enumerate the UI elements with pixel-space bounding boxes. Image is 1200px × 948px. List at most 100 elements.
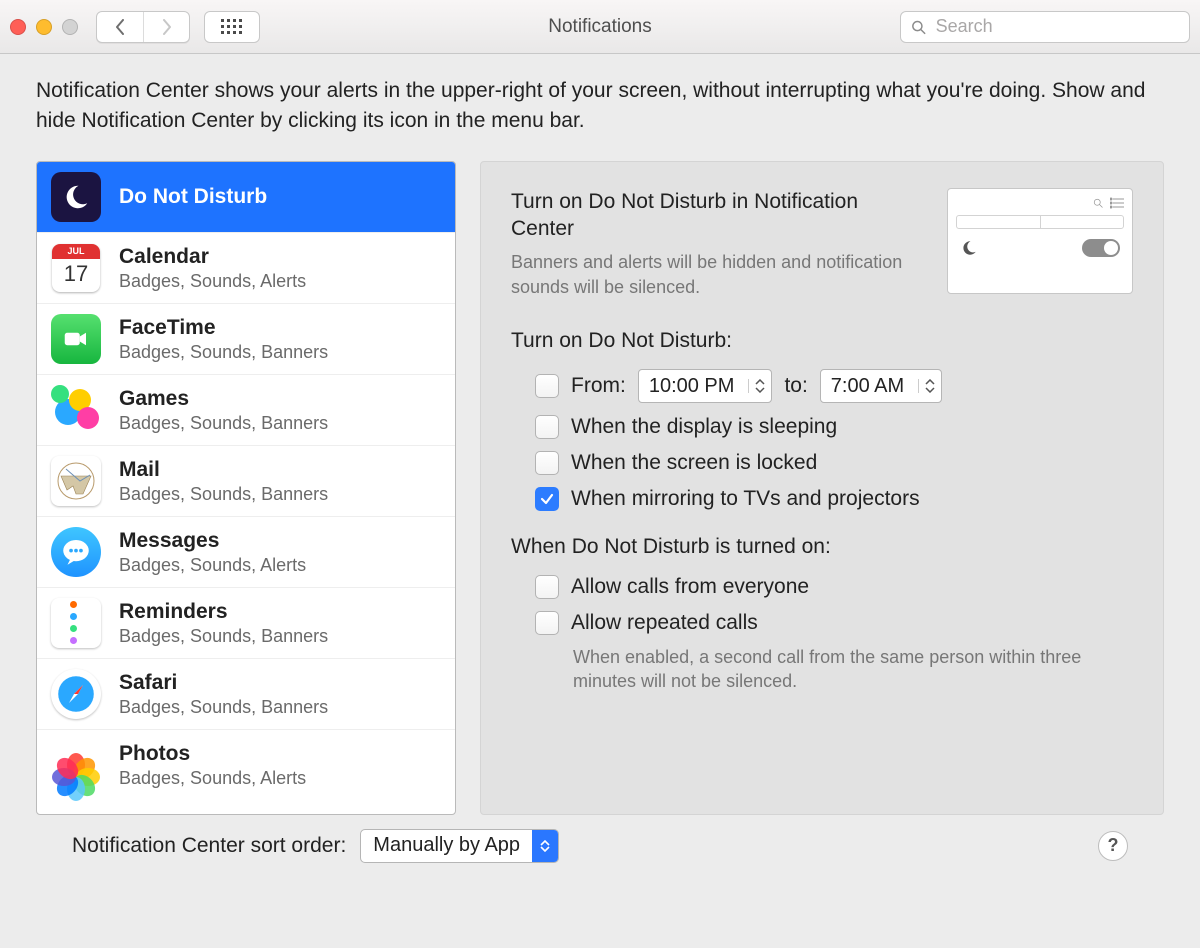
- checkbox-sleeping[interactable]: [535, 415, 559, 439]
- sidebar-item-safari[interactable]: Safari Badges, Sounds, Banners: [37, 659, 455, 730]
- detail-subtitle: Banners and alerts will be hidden and no…: [511, 250, 911, 299]
- to-label: to:: [784, 374, 807, 398]
- option-mirroring: When mirroring to TVs and projectors: [511, 481, 1133, 517]
- dnd-illustration: [947, 188, 1133, 294]
- sidebar-item-photos[interactable]: Photos Badges, Sounds, Alerts: [37, 730, 455, 800]
- switch-icon: [1082, 239, 1120, 257]
- detail-panel: Turn on Do Not Disturb in Notification C…: [480, 161, 1164, 815]
- sort-order-select[interactable]: Manually by App: [360, 829, 559, 863]
- option-label: When mirroring to TVs and projectors: [571, 487, 920, 511]
- option-allow-everyone: Allow calls from everyone: [511, 569, 1133, 605]
- window-title: Notifications: [548, 16, 652, 38]
- search-icon: [911, 19, 926, 35]
- from-time-value: 10:00 PM: [649, 375, 735, 398]
- facetime-icon: [51, 314, 101, 364]
- show-all-prefs-button[interactable]: [204, 11, 260, 43]
- sidebar-item-label: Safari: [119, 670, 328, 696]
- option-display-sleeping: When the display is sleeping: [511, 409, 1133, 445]
- to-time-value: 7:00 AM: [831, 375, 904, 398]
- sidebar-item-sublabel: Badges, Sounds, Alerts: [119, 767, 306, 790]
- content: Notification Center shows your alerts in…: [0, 54, 1200, 879]
- bottom-bar: Notification Center sort order: Manually…: [36, 815, 1164, 863]
- section-when-on-label: When Do Not Disturb is turned on:: [511, 535, 1133, 559]
- sidebar-item-label: Games: [119, 386, 328, 412]
- help-button[interactable]: ?: [1098, 831, 1128, 861]
- chevron-left-icon: [113, 19, 127, 35]
- back-button[interactable]: [97, 12, 143, 42]
- list-icon: [1110, 197, 1124, 209]
- sidebar-item-label: Messages: [119, 528, 306, 554]
- time-stepper[interactable]: [918, 379, 935, 393]
- time-stepper[interactable]: [748, 379, 765, 393]
- detail-title: Turn on Do Not Disturb in Notification C…: [511, 188, 911, 243]
- sort-order-label: Notification Center sort order:: [72, 834, 346, 858]
- sidebar-item-sublabel: Badges, Sounds, Alerts: [119, 270, 306, 293]
- sidebar-item-do-not-disturb[interactable]: Do Not Disturb: [37, 162, 455, 233]
- app-list-scroll[interactable]: Do Not Disturb JUL 17 Calendar Badges, S…: [37, 162, 455, 814]
- game-center-icon: [51, 385, 101, 435]
- photos-icon: [51, 740, 101, 790]
- panes: Do Not Disturb JUL 17 Calendar Badges, S…: [36, 161, 1164, 815]
- search-field[interactable]: [900, 11, 1190, 43]
- option-label: When the display is sleeping: [571, 415, 837, 439]
- from-time-field[interactable]: 10:00 PM: [638, 369, 773, 403]
- reminders-icon: [51, 598, 101, 648]
- traffic-lights: [10, 19, 78, 35]
- from-label: From:: [571, 374, 626, 398]
- option-from-to: From: 10:00 PM to: 7:00 AM: [511, 363, 1133, 409]
- sidebar-item-facetime[interactable]: FaceTime Badges, Sounds, Banners: [37, 304, 455, 375]
- sidebar-item-text: Do Not Disturb: [119, 184, 267, 210]
- chevron-down-icon: [755, 387, 765, 393]
- checkbox-mirroring[interactable]: [535, 487, 559, 511]
- sidebar-item-label: Do Not Disturb: [119, 184, 267, 210]
- zoom-window-button-disabled: [62, 19, 78, 35]
- help-icon: ?: [1108, 835, 1119, 856]
- section-schedule-label: Turn on Do Not Disturb:: [511, 329, 1133, 353]
- search-input[interactable]: [934, 15, 1179, 38]
- sidebar-item-sublabel: Badges, Sounds, Banners: [119, 412, 328, 435]
- sidebar-item-label: FaceTime: [119, 315, 328, 341]
- pane-description: Notification Center shows your alerts in…: [36, 76, 1164, 137]
- option-screen-locked: When the screen is locked: [511, 445, 1133, 481]
- option-label: Allow repeated calls: [571, 611, 758, 635]
- option-repeated-hint: When enabled, a second call from the sam…: [573, 645, 1133, 694]
- moon-icon: [51, 172, 101, 222]
- minimize-window-button[interactable]: [36, 19, 52, 35]
- sidebar-item-label: Photos: [119, 741, 306, 767]
- checkbox-allow-repeated[interactable]: [535, 611, 559, 635]
- chevron-right-icon: [160, 19, 174, 35]
- sidebar-item-label: Mail: [119, 457, 328, 483]
- check-icon: [540, 492, 554, 506]
- sidebar-item-sublabel: Badges, Sounds, Banners: [119, 696, 328, 719]
- calendar-icon: JUL 17: [51, 243, 101, 293]
- forward-button-disabled: [143, 12, 189, 42]
- checkbox-allow-everyone[interactable]: [535, 575, 559, 599]
- sidebar-item-messages[interactable]: Messages Badges, Sounds, Alerts: [37, 517, 455, 588]
- sidebar-item-reminders[interactable]: Reminders Badges, Sounds, Banners: [37, 588, 455, 659]
- titlebar: Notifications: [0, 0, 1200, 54]
- checkbox-locked[interactable]: [535, 451, 559, 475]
- grid-icon: [221, 19, 243, 35]
- sidebar-item-mail[interactable]: Mail Badges, Sounds, Banners: [37, 446, 455, 517]
- moon-icon: [960, 239, 978, 257]
- checkbox-from[interactable]: [535, 374, 559, 398]
- detail-header: Turn on Do Not Disturb in Notification C…: [511, 188, 1133, 299]
- sidebar-item-sublabel: Badges, Sounds, Banners: [119, 625, 328, 648]
- sort-order-value: Manually by App: [361, 834, 532, 857]
- mail-icon: [51, 456, 101, 506]
- sidebar-item-sublabel: Badges, Sounds, Banners: [119, 341, 328, 364]
- calendar-icon-day: 17: [52, 259, 100, 292]
- app-list: Do Not Disturb JUL 17 Calendar Badges, S…: [36, 161, 456, 815]
- search-icon: [1092, 197, 1104, 209]
- messages-icon: [51, 527, 101, 577]
- sidebar-item-games[interactable]: Games Badges, Sounds, Banners: [37, 375, 455, 446]
- sidebar-item-sublabel: Badges, Sounds, Banners: [119, 483, 328, 506]
- close-window-button[interactable]: [10, 19, 26, 35]
- option-label: When the screen is locked: [571, 451, 817, 475]
- calendar-icon-month: JUL: [52, 244, 100, 259]
- to-time-field[interactable]: 7:00 AM: [820, 369, 942, 403]
- chevron-down-icon: [925, 387, 935, 393]
- sidebar-item-calendar[interactable]: JUL 17 Calendar Badges, Sounds, Alerts: [37, 233, 455, 304]
- chevron-up-icon: [755, 379, 765, 385]
- sidebar-item-sublabel: Badges, Sounds, Alerts: [119, 554, 306, 577]
